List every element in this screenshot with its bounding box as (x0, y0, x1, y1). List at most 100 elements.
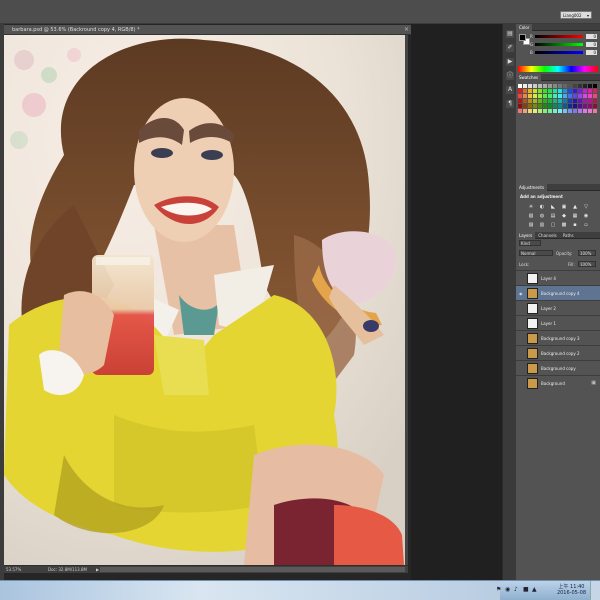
swatch[interactable] (563, 84, 567, 88)
swatch[interactable] (563, 94, 567, 98)
adjustment-icon[interactable]: ◍ (539, 213, 545, 219)
visibility-eye-icon[interactable] (519, 336, 524, 340)
swatch[interactable] (518, 104, 522, 108)
swatch[interactable] (573, 94, 577, 98)
swatch[interactable] (528, 84, 532, 88)
tray-icon[interactable]: ⚑ (496, 587, 502, 593)
swatch[interactable] (573, 84, 577, 88)
swatch[interactable] (533, 99, 537, 103)
swatch[interactable] (548, 104, 552, 108)
adjustment-icon[interactable]: ▽ (583, 204, 589, 210)
swatch[interactable] (528, 94, 532, 98)
swatch[interactable] (543, 94, 547, 98)
tab-adjustments[interactable]: Adjustments (516, 184, 548, 191)
layer-row[interactable]: Background copy 2 (516, 345, 600, 360)
swatch[interactable] (558, 109, 562, 113)
swatch[interactable] (568, 99, 572, 103)
swatch[interactable] (563, 104, 567, 108)
channel-value-field[interactable]: 0 (586, 50, 597, 55)
swatch[interactable] (543, 99, 547, 103)
adjustment-icon[interactable]: ▧ (528, 213, 534, 219)
swatch[interactable] (583, 84, 587, 88)
swatch[interactable] (543, 109, 547, 113)
swatch[interactable] (588, 94, 592, 98)
tab-paths[interactable]: Paths (560, 232, 577, 239)
swatch[interactable] (573, 89, 577, 93)
layer-row[interactable]: Layer 1 (516, 315, 600, 330)
swatch[interactable] (573, 109, 577, 113)
swatch[interactable] (568, 89, 572, 93)
visibility-eye-icon[interactable] (519, 321, 524, 325)
swatch[interactable] (568, 94, 572, 98)
foreground-swatch[interactable] (519, 34, 526, 41)
horizontal-scrollbar[interactable] (100, 567, 405, 572)
paragraph-icon[interactable]: ¶ (506, 100, 514, 108)
character-icon[interactable]: A (506, 86, 514, 94)
visibility-eye-icon[interactable] (519, 351, 524, 355)
swatch[interactable] (583, 99, 587, 103)
swatch[interactable] (523, 94, 527, 98)
adjustment-icon[interactable]: ☀ (528, 204, 534, 210)
swatch[interactable] (593, 104, 597, 108)
adjustment-icon[interactable]: ◐ (539, 204, 545, 210)
tray-icon[interactable]: ◉ (505, 587, 511, 593)
swatch[interactable] (558, 84, 562, 88)
adjustment-icon[interactable]: ▫ (583, 222, 589, 228)
swatch[interactable] (553, 94, 557, 98)
adjustment-icon[interactable]: ▪ (572, 222, 578, 228)
document-tab[interactable]: barbara.psd @ 53.6% (Backround copy 4, R… (4, 25, 412, 35)
adjustment-icon[interactable]: ▲ (572, 204, 578, 210)
swatch[interactable] (538, 84, 542, 88)
visibility-eye-icon[interactable] (519, 276, 524, 280)
channel-slider[interactable] (535, 35, 583, 38)
document-canvas[interactable] (4, 35, 408, 565)
swatch[interactable] (543, 89, 547, 93)
swatch[interactable] (583, 89, 587, 93)
swatch[interactable] (538, 94, 542, 98)
swatch[interactable] (583, 94, 587, 98)
swatch[interactable] (523, 104, 527, 108)
swatch[interactable] (548, 84, 552, 88)
swatch[interactable] (578, 89, 582, 93)
layer-row[interactable]: Background ▣ (516, 375, 600, 390)
tab-channels[interactable]: Channels (535, 232, 560, 239)
tray-icon[interactable]: ♪ (514, 587, 520, 593)
swatch[interactable] (518, 84, 522, 88)
swatch[interactable] (558, 104, 562, 108)
swatch[interactable] (578, 99, 582, 103)
swatch[interactable] (578, 84, 582, 88)
adjustment-icon[interactable]: ▦ (572, 213, 578, 219)
swatch-grid[interactable] (518, 84, 598, 116)
layer-row[interactable]: Background copy 3 (516, 330, 600, 345)
layer-row[interactable]: Background copy (516, 360, 600, 375)
swatch[interactable] (533, 84, 537, 88)
swatch[interactable] (553, 109, 557, 113)
swatch[interactable] (528, 109, 532, 113)
tray-icon[interactable]: ▲ (532, 587, 538, 593)
swatch[interactable] (578, 94, 582, 98)
swatch[interactable] (523, 84, 527, 88)
actions-icon[interactable]: ▶ (506, 58, 514, 66)
brush-presets-icon[interactable]: ✐ (506, 44, 514, 52)
swatch[interactable] (588, 84, 592, 88)
swatch[interactable] (588, 104, 592, 108)
swatch[interactable] (588, 109, 592, 113)
swatch[interactable] (593, 99, 597, 103)
visibility-eye-icon[interactable] (519, 381, 524, 385)
swatch[interactable] (593, 94, 597, 98)
swatch[interactable] (518, 109, 522, 113)
layer-row[interactable]: ◉ Background copy 4 (516, 285, 600, 300)
swatch[interactable] (538, 104, 542, 108)
swatch[interactable] (588, 89, 592, 93)
adjustment-icon[interactable]: ▤ (550, 213, 556, 219)
swatch[interactable] (548, 109, 552, 113)
adjustment-icon[interactable]: ▢ (550, 222, 556, 228)
swatch[interactable] (543, 104, 547, 108)
adjustment-icon[interactable]: ▣ (561, 204, 567, 210)
swatch[interactable] (523, 109, 527, 113)
swatch[interactable] (523, 99, 527, 103)
show-desktop-button[interactable] (590, 581, 600, 600)
swatch[interactable] (573, 99, 577, 103)
swatch[interactable] (563, 89, 567, 93)
swatch[interactable] (533, 109, 537, 113)
